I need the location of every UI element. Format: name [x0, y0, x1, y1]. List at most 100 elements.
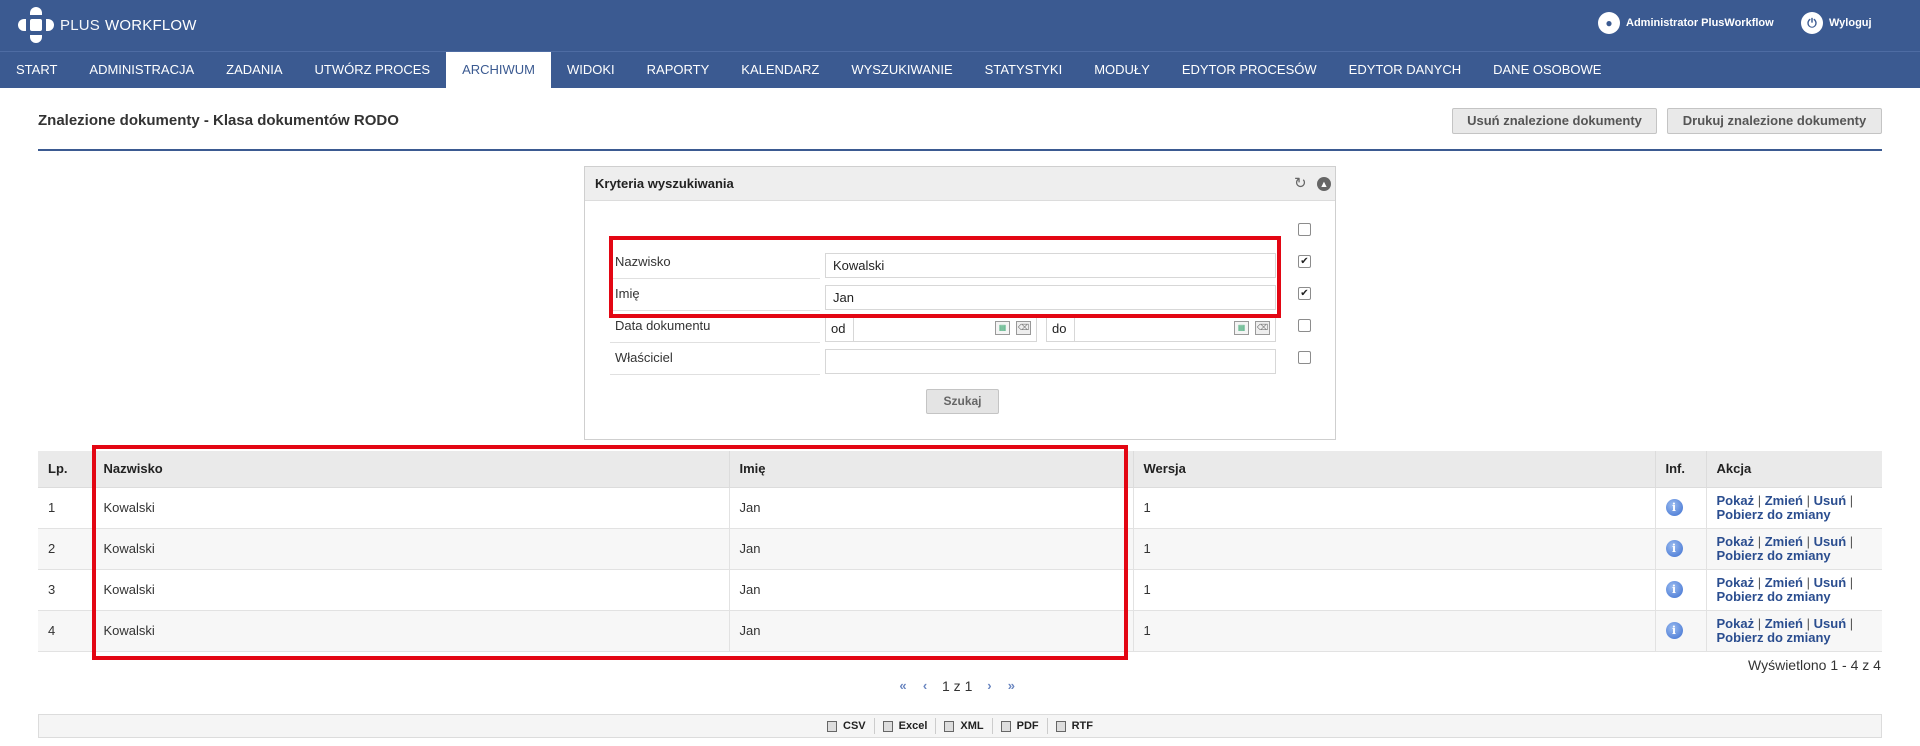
- first-page-button[interactable]: «: [896, 679, 910, 693]
- edit-link[interactable]: Zmień: [1765, 616, 1803, 631]
- cell-wersja: 1: [1133, 569, 1656, 611]
- highlight-results: [92, 445, 1128, 660]
- separator: |: [1806, 574, 1811, 590]
- logo-icon: [18, 7, 54, 43]
- print-found-documents-button[interactable]: Drukuj znalezione dokumenty: [1667, 108, 1882, 134]
- menu-item-utwórz-proces[interactable]: UTWÓRZ PROCES: [299, 52, 447, 88]
- export-csv-button[interactable]: CSV: [819, 718, 874, 734]
- collapse-icon[interactable]: ▲: [1317, 177, 1331, 191]
- menu-item-zadania[interactable]: ZADANIA: [210, 52, 298, 88]
- show-link[interactable]: Pokaż: [1717, 575, 1755, 590]
- cell-inf: i: [1655, 610, 1707, 652]
- last-page-button[interactable]: »: [1004, 679, 1018, 693]
- info-icon[interactable]: i: [1665, 540, 1683, 557]
- cell-lp: 1: [38, 487, 94, 529]
- rtf-icon: [1055, 720, 1066, 732]
- clear-date-icon[interactable]: ⌫: [1016, 321, 1031, 335]
- pager: « ‹ 1 z 1 › »: [892, 677, 1022, 695]
- menu-item-edytor-danych[interactable]: EDYTOR DANYCH: [1333, 52, 1477, 88]
- checkout-link[interactable]: Pobierz do zmiany: [1717, 630, 1831, 645]
- cell-inf: i: [1655, 528, 1707, 570]
- delete-link[interactable]: Usuń: [1814, 493, 1847, 508]
- select-all-checkbox[interactable]: [1298, 223, 1311, 236]
- export-xml-button[interactable]: XML: [935, 718, 991, 734]
- menu-item-statystyki[interactable]: STATYSTYKI: [969, 52, 1079, 88]
- csv-icon: [827, 720, 837, 732]
- delete-link[interactable]: Usuń: [1814, 616, 1847, 631]
- column-header-akcja: Akcja: [1706, 451, 1882, 488]
- power-icon: ⏻: [1801, 12, 1823, 34]
- user-name: Administrator PlusWorkflow: [1626, 17, 1774, 29]
- criteria-row-data-dokumentu: Data dokumentu od ▦ ⌫ do ▦ ⌫: [610, 315, 1310, 343]
- menu-list: START ADMINISTRACJA ZADANIA UTWÓRZ PROCES AR…: [0, 52, 1920, 88]
- date-from-label: od: [831, 321, 846, 336]
- calendar-icon[interactable]: ▦: [995, 321, 1010, 335]
- cell-wersja: 1: [1133, 487, 1656, 529]
- menu-item-dane-osobowe[interactable]: DANE OSOBOWE: [1477, 52, 1617, 88]
- checkout-link[interactable]: Pobierz do zmiany: [1717, 548, 1831, 563]
- criteria-label: Data dokumentu: [610, 315, 820, 343]
- delete-found-documents-button[interactable]: Usuń znalezione dokumenty: [1452, 108, 1657, 134]
- imie-checkbox[interactable]: ✔: [1298, 287, 1311, 300]
- edit-link[interactable]: Zmień: [1765, 575, 1803, 590]
- delete-link[interactable]: Usuń: [1814, 534, 1847, 549]
- calendar-icon[interactable]: ▦: [1234, 321, 1249, 335]
- cell-wersja: 1: [1133, 528, 1656, 570]
- menu-item-kalendarz[interactable]: KALENDARZ: [725, 52, 835, 88]
- show-link[interactable]: Pokaż: [1717, 493, 1755, 508]
- export-pdf-button[interactable]: PDF: [991, 718, 1047, 734]
- cell-lp: 2: [38, 528, 94, 570]
- info-icon[interactable]: i: [1665, 581, 1683, 598]
- export-rtf-button[interactable]: RTF: [1046, 718, 1101, 734]
- column-header-wersja[interactable]: Wersja: [1133, 451, 1656, 488]
- nazwisko-checkbox[interactable]: ✔: [1298, 255, 1311, 268]
- results-summary: Wyświetlono 1 - 4 z 4: [1748, 657, 1881, 673]
- data-dokumentu-checkbox[interactable]: [1298, 319, 1311, 332]
- separator: |: [1757, 492, 1762, 508]
- clear-date-icon[interactable]: ⌫: [1255, 321, 1270, 335]
- separator: |: [1849, 615, 1854, 631]
- menu-item-wyszukiwanie[interactable]: WYSZUKIWANIE: [835, 52, 968, 88]
- checkout-link[interactable]: Pobierz do zmiany: [1717, 507, 1831, 522]
- top-header: PLUS WORKFLOW ● Administrator PlusWorkflo…: [0, 0, 1920, 51]
- date-to-label: do: [1052, 321, 1067, 336]
- cell-akcja: Pokaż | Zmień | Usuń | Pobierz do zmiany: [1706, 610, 1882, 652]
- separator: |: [1806, 533, 1811, 549]
- menu-item-moduły[interactable]: MODUŁY: [1078, 52, 1166, 88]
- prev-page-button[interactable]: ‹: [918, 679, 932, 693]
- logout-button[interactable]: ⏻ Wyloguj: [1801, 12, 1872, 34]
- export-label: RTF: [1071, 720, 1093, 732]
- menu-item-start[interactable]: START: [0, 52, 73, 88]
- menu-item-raporty[interactable]: RAPORTY: [631, 52, 726, 88]
- info-icon[interactable]: i: [1665, 622, 1683, 639]
- wlasciciel-checkbox[interactable]: [1298, 351, 1311, 364]
- logo-text: PLUS WORKFLOW: [60, 17, 197, 34]
- user-menu[interactable]: ● Administrator PlusWorkflow: [1598, 12, 1774, 34]
- separator: |: [1757, 533, 1762, 549]
- edit-link[interactable]: Zmień: [1765, 493, 1803, 508]
- separator: |: [1757, 574, 1762, 590]
- separator: |: [1849, 533, 1854, 549]
- checkout-link[interactable]: Pobierz do zmiany: [1717, 589, 1831, 604]
- menu-item-widoki[interactable]: WIDOKI: [551, 52, 631, 88]
- menu-item-edytor-procesów[interactable]: EDYTOR PROCESÓW: [1166, 52, 1333, 88]
- next-page-button[interactable]: ›: [982, 679, 996, 693]
- show-link[interactable]: Pokaż: [1717, 616, 1755, 631]
- logo[interactable]: PLUS WORKFLOW: [18, 7, 197, 43]
- cell-inf: i: [1655, 569, 1707, 611]
- refresh-icon[interactable]: ↻: [1294, 167, 1307, 201]
- menu-item-administracja[interactable]: ADMINISTRACJA: [73, 52, 210, 88]
- delete-link[interactable]: Usuń: [1814, 575, 1847, 590]
- cell-inf: i: [1655, 487, 1707, 529]
- search-button[interactable]: Szukaj: [926, 389, 999, 414]
- page-title: Znalezione dokumenty - Klasa dokumentów …: [38, 112, 399, 129]
- info-icon[interactable]: i: [1665, 499, 1683, 516]
- export-excel-button[interactable]: Excel: [873, 718, 936, 734]
- excel-icon: [882, 720, 893, 732]
- menu-item-archiwum[interactable]: ARCHIWUM: [446, 52, 551, 88]
- wlasciciel-input[interactable]: [825, 349, 1276, 374]
- cell-akcja: Pokaż | Zmień | Usuń | Pobierz do zmiany: [1706, 569, 1882, 611]
- show-link[interactable]: Pokaż: [1717, 534, 1755, 549]
- column-header-lp[interactable]: Lp.: [38, 451, 94, 488]
- edit-link[interactable]: Zmień: [1765, 534, 1803, 549]
